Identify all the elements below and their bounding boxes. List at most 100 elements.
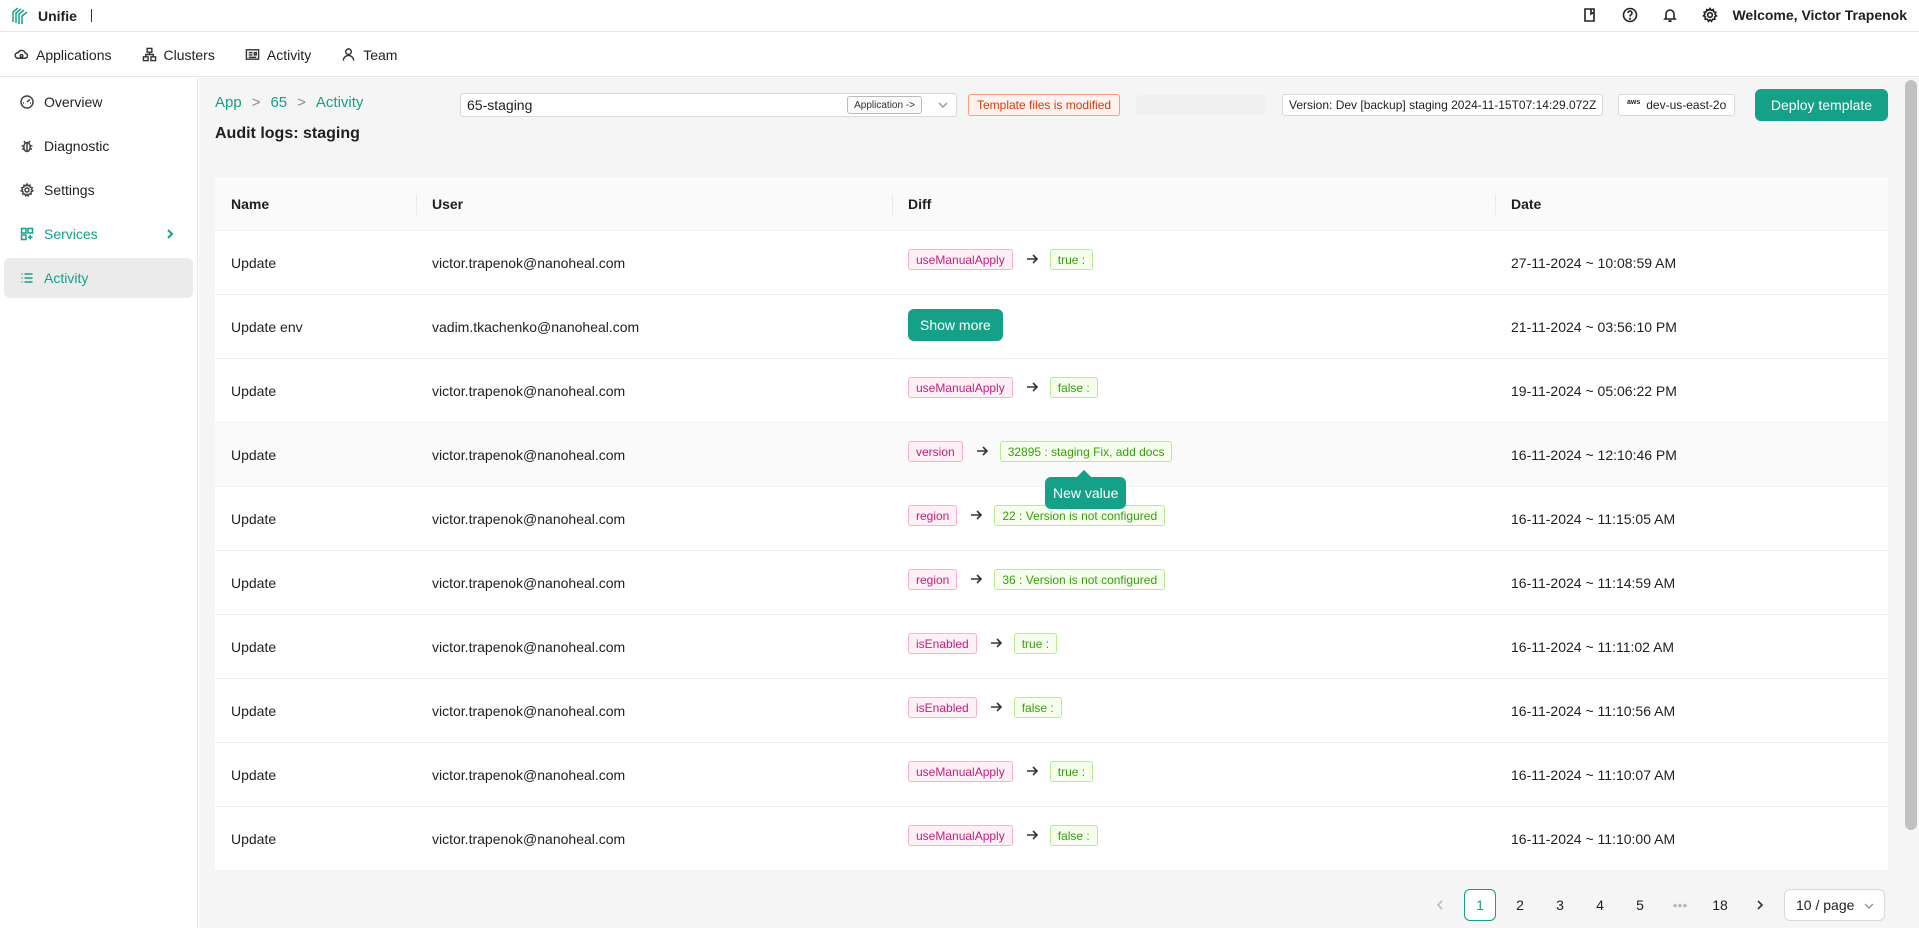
bug-icon xyxy=(21,140,33,153)
page-button-1[interactable]: 1 xyxy=(1464,889,1496,921)
diff-value-tag[interactable]: true : xyxy=(1013,633,1058,654)
cell-user: victor.trapenok@nanoheal.com xyxy=(432,702,626,719)
diff-value-tag[interactable]: false : xyxy=(1049,825,1098,846)
cell-name: Update xyxy=(231,446,277,463)
cell-user: victor.trapenok@nanoheal.com xyxy=(432,254,626,271)
table-row[interactable]: Update victor.trapenok@nanoheal.com useM… xyxy=(215,231,1888,295)
diff-key-tag[interactable]: useManualApply xyxy=(908,761,1013,782)
cell-user: vadim.tkachenko@nanoheal.com xyxy=(432,318,640,335)
application-link-button[interactable]: Application -> xyxy=(847,96,922,114)
diff-value-tag[interactable]: false : xyxy=(1049,377,1098,398)
cell-date: 16-11-2024 ~ 11:15:05 AM xyxy=(1511,510,1676,527)
cell-name: Update xyxy=(231,830,277,847)
nav-applications[interactable]: Applications xyxy=(14,47,112,63)
welcome-user[interactable]: Welcome, Victor Trapenok xyxy=(1732,7,1907,23)
region-badge[interactable]: aws dev-us-east-2o xyxy=(1618,94,1736,116)
sidebar-item-services[interactable]: Services xyxy=(4,214,193,254)
breadcrumb-app[interactable]: App xyxy=(215,94,242,111)
diff-key-tag[interactable]: region xyxy=(908,505,958,526)
user-icon xyxy=(342,48,355,61)
cell-name: Update xyxy=(231,574,277,591)
prev-page-button[interactable] xyxy=(1424,889,1456,921)
cell-name: Update xyxy=(231,766,277,783)
table-row[interactable]: Update victor.trapenok@nanoheal.com regi… xyxy=(215,551,1888,615)
diff-value-tag[interactable]: true : xyxy=(1049,761,1094,782)
breadcrumb-app-id[interactable]: 65 xyxy=(270,94,287,111)
cell-diff: isEnabled true : xyxy=(892,615,1495,678)
brand-name: Unifie xyxy=(38,7,77,24)
nav-activity-label: Activity xyxy=(266,46,312,63)
version-badge[interactable]: Version: Dev [backup] staging 2024-11-15… xyxy=(1282,94,1604,116)
breadcrumb-separator-icon: > xyxy=(251,94,261,111)
diff-value-tag[interactable]: 36 : Version is not configured xyxy=(994,569,1166,590)
brand-separator xyxy=(90,9,92,22)
list-icon xyxy=(21,273,33,283)
breadcrumb: App > 65 > Activity xyxy=(215,94,363,111)
page-button-4[interactable]: 4 xyxy=(1584,889,1616,921)
chevron-right-icon[interactable] xyxy=(163,227,177,241)
nav-clusters-label: Clusters xyxy=(163,46,215,63)
table-row[interactable]: Update victor.trapenok@nanoheal.com useM… xyxy=(215,743,1888,807)
gear-icon[interactable] xyxy=(1690,0,1730,30)
nav-clusters[interactable]: Clusters xyxy=(142,47,215,63)
docs-book-icon[interactable] xyxy=(1570,0,1610,30)
diff-value-tag[interactable]: false : xyxy=(1013,697,1062,718)
nav-team[interactable]: Team xyxy=(341,47,397,63)
table-row[interactable]: Update victor.trapenok@nanoheal.com isEn… xyxy=(215,679,1888,743)
page-button-2[interactable]: 2 xyxy=(1504,889,1536,921)
jump-next-ellipsis[interactable]: ••• xyxy=(1664,889,1696,921)
deploy-template-button[interactable]: Deploy template xyxy=(1755,89,1888,121)
breadcrumb-current[interactable]: Activity xyxy=(316,94,364,111)
sidebar-item-label: Activity xyxy=(44,270,89,286)
next-page-button[interactable] xyxy=(1744,889,1776,921)
cell-date: 16-11-2024 ~ 11:11:02 AM xyxy=(1511,638,1675,655)
diff-key-tag[interactable]: isEnabled xyxy=(908,697,977,718)
page-button-last[interactable]: 18 xyxy=(1704,889,1736,921)
cell-diff: useManualApply true : xyxy=(892,743,1495,806)
brand[interactable]: Unifie xyxy=(0,6,92,26)
page-title: Audit logs: staging xyxy=(215,125,360,142)
table-row[interactable]: Update env vadim.tkachenko@nanoheal.com … xyxy=(215,295,1888,359)
cell-user: victor.trapenok@nanoheal.com xyxy=(432,830,626,847)
page-size-value: 10 / page xyxy=(1796,897,1855,913)
page-size-select[interactable]: 10 / page xyxy=(1784,889,1885,921)
audit-log-table: Name User Diff Date Update victor.trapen… xyxy=(215,177,1888,871)
table-row[interactable]: Update victor.trapenok@nanoheal.com isEn… xyxy=(215,615,1888,679)
sidebar-item-diagnostic[interactable]: Diagnostic xyxy=(4,126,193,166)
page-button-3[interactable]: 3 xyxy=(1544,889,1576,921)
nav-activity[interactable]: Activity xyxy=(245,47,311,63)
chevron-down-icon[interactable] xyxy=(936,98,950,112)
services-icon xyxy=(20,227,34,241)
sidebar-item-activity[interactable]: Activity xyxy=(4,258,193,298)
diff-key-tag[interactable]: useManualApply xyxy=(908,825,1013,846)
page-scrollbar[interactable] xyxy=(1905,80,1917,830)
page-button-5[interactable]: 5 xyxy=(1624,889,1656,921)
sidebar-item-settings[interactable]: Settings xyxy=(4,170,193,210)
breadcrumb-separator-icon: > xyxy=(297,94,306,111)
cell-user: victor.trapenok@nanoheal.com xyxy=(432,766,626,783)
arrow-right-icon xyxy=(969,508,983,522)
cell-date: 16-11-2024 ~ 12:10:46 PM xyxy=(1511,446,1677,463)
arrow-right-icon xyxy=(975,444,989,458)
column-header-date: Date xyxy=(1495,177,1888,230)
bell-icon[interactable] xyxy=(1650,0,1690,30)
diff-key-tag[interactable]: useManualApply xyxy=(908,377,1013,398)
sidebar-item-overview[interactable]: Overview xyxy=(4,82,193,122)
help-icon[interactable] xyxy=(1610,0,1650,30)
diff-key-tag[interactable]: region xyxy=(908,569,958,590)
table-row[interactable]: Update victor.trapenok@nanoheal.com useM… xyxy=(215,359,1888,423)
cell-diff: useManualApply true : xyxy=(892,231,1495,294)
application-select[interactable]: 65-staging Application -> xyxy=(460,93,957,117)
table-row[interactable]: Update victor.trapenok@nanoheal.com useM… xyxy=(215,807,1888,871)
diff-key-tag[interactable]: isEnabled xyxy=(908,633,977,654)
gear-icon xyxy=(20,183,34,197)
arrow-right-icon xyxy=(1025,764,1039,778)
sidebar: Overview Diagnostic Settings Services Ac… xyxy=(0,78,198,928)
show-more-button[interactable]: Show more xyxy=(908,309,1003,341)
diff-value-tag[interactable]: true : xyxy=(1049,249,1094,270)
diff-key-tag[interactable]: useManualApply xyxy=(908,249,1013,270)
diff-key-tag[interactable]: version xyxy=(908,441,963,462)
column-header-diff: Diff xyxy=(892,177,1495,230)
nav-applications-label: Applications xyxy=(36,46,112,63)
diff-value-tag[interactable]: 32895 : staging Fix, add docs xyxy=(999,441,1173,462)
